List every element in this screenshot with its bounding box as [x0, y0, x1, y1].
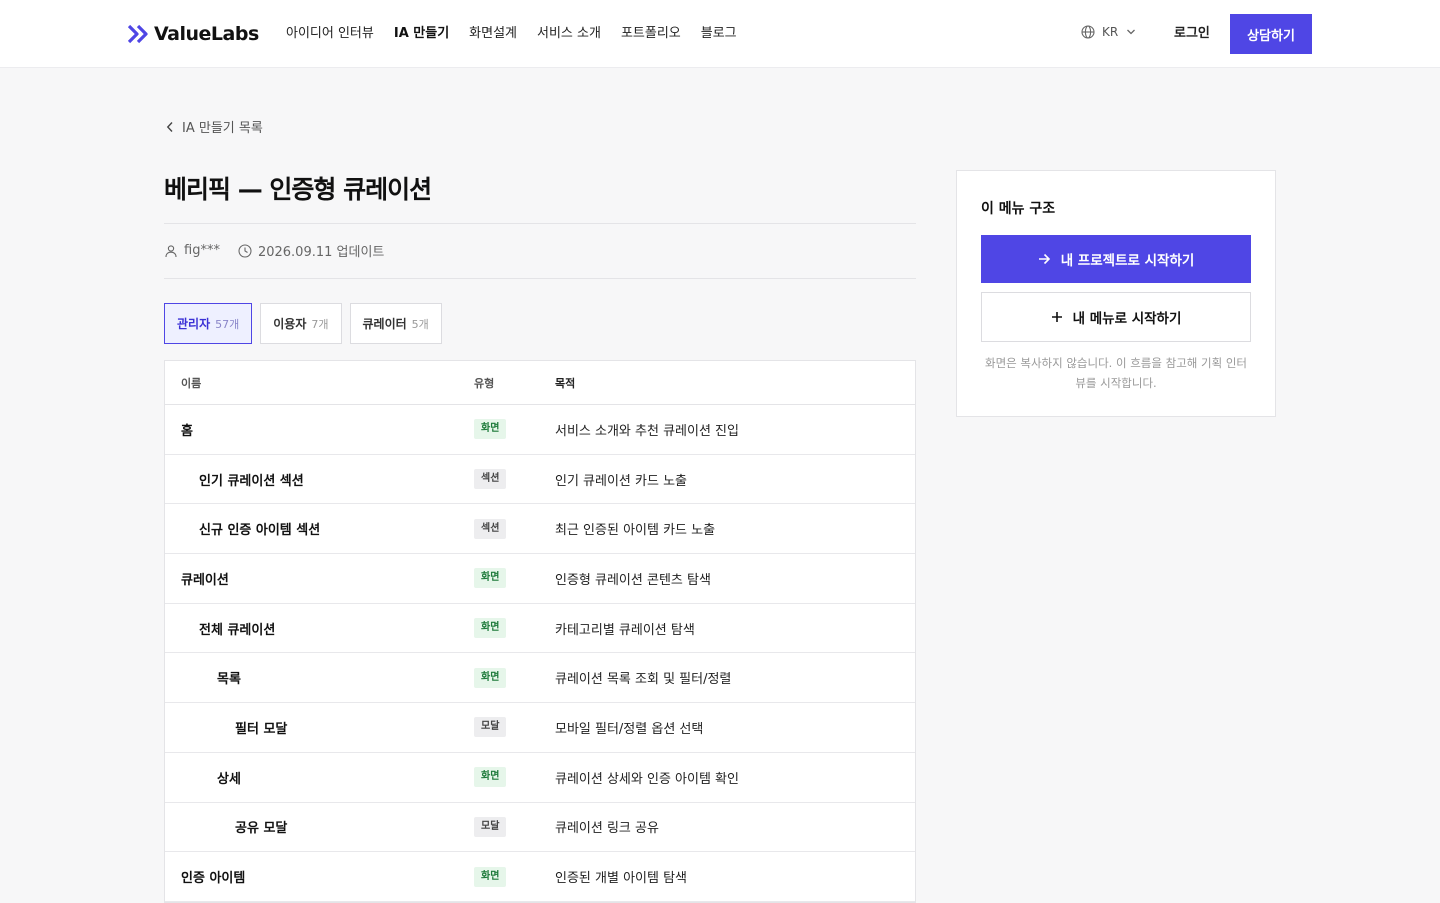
- tab-label: 큐레이터: [362, 317, 407, 331]
- table-row[interactable]: 전체 큐레이션 화면 카테고리별 큐레이션 탐색: [165, 604, 915, 654]
- logo[interactable]: ValueLabs: [128, 22, 259, 46]
- type-badge: 화면: [474, 618, 507, 639]
- type-badge: 화면: [474, 419, 507, 440]
- clock-icon: [238, 243, 252, 258]
- tab-label: 관리자: [177, 317, 211, 331]
- table-row[interactable]: 필터 모달 모달 모바일 필터/정렬 옵션 선택: [165, 703, 915, 753]
- tab-label: 이용자: [273, 317, 307, 331]
- row-name: 인증 아이템: [181, 871, 246, 887]
- type-badge: 섹션: [474, 518, 507, 539]
- nav-item-blog[interactable]: 블로그: [701, 24, 737, 44]
- table-row[interactable]: 큐레이션 화면 인증형 큐레이션 콘텐츠 탐색: [165, 554, 915, 604]
- meta-divider: [164, 278, 916, 279]
- row-purpose: 서비스 소개와 추천 큐레이션 진입: [555, 423, 739, 439]
- tab-count: 57개: [215, 317, 240, 331]
- nav-item-wireframe[interactable]: 화면설계: [469, 24, 517, 44]
- start-with-my-menu-button[interactable]: 내 메뉴로 시작하기: [981, 292, 1251, 342]
- row-purpose: 카테고리별 큐레이션 탐색: [555, 622, 695, 638]
- nav-item-portfolio[interactable]: 포트폴리오: [621, 24, 681, 44]
- consult-button[interactable]: 상담하기: [1230, 14, 1312, 54]
- top-header: ValueLabs 아이디어 인터뷰 IA 만들기 화면설계 서비스 소개 포트…: [0, 0, 1440, 68]
- menu-structure-card: 이 메뉴 구조 내 프로젝트로 시작하기 내 메뉴로 시작하기 화면은 복사하지…: [956, 170, 1276, 417]
- author: fig***: [184, 243, 220, 258]
- plus-icon: [1051, 312, 1062, 322]
- row-purpose: 모바일 필터/정렬 옵션 선택: [555, 721, 704, 737]
- primary-label: 내 프로젝트로 시작하기: [1060, 253, 1195, 269]
- table-row[interactable]: 목록 화면 큐레이션 목록 조회 및 필터/정렬: [165, 653, 915, 704]
- login-link[interactable]: 로그인: [1174, 24, 1210, 44]
- row-name: 목록: [217, 672, 241, 688]
- table-row[interactable]: 공유 모달 모달 큐레이션 링크 공유: [165, 803, 915, 853]
- chevron-left-icon: [166, 121, 173, 132]
- start-with-my-project-button[interactable]: 내 프로젝트로 시작하기: [981, 235, 1251, 283]
- column-header-name: 이름: [181, 376, 202, 390]
- secondary-label: 내 메뉴로 시작하기: [1072, 311, 1182, 327]
- tab-user[interactable]: 이용자 7개: [260, 303, 342, 344]
- table-row[interactable]: 인증 아이템 화면 인증된 개별 아이템 탐색: [165, 852, 915, 902]
- row-name: 필터 모달: [235, 721, 288, 737]
- row-purpose: 최근 인증된 아이템 카드 노출: [555, 523, 716, 539]
- row-purpose: 큐레이션 목록 조회 및 필터/정렬: [555, 672, 732, 688]
- arrow-right-icon: [1038, 253, 1050, 265]
- chevron-down-icon: [1127, 29, 1136, 35]
- card-note: 화면은 복사하지 않습니다. 이 흐름을 참고해 기획 인터뷰를 시작합니다.: [984, 356, 1247, 390]
- main-nav: 아이디어 인터뷰 IA 만들기 화면설계 서비스 소개 포트폴리오 블로그: [286, 24, 757, 44]
- type-badge: 화면: [474, 866, 507, 887]
- table-row[interactable]: 신규 인증 아이템 섹션 섹션 최근 인증된 아이템 카드 노출: [165, 504, 915, 555]
- globe-icon: [1081, 25, 1095, 39]
- row-purpose: 인증형 큐레이션 콘텐츠 탐색: [555, 572, 711, 588]
- logo-chevrons-icon: [128, 24, 148, 44]
- type-badge: 모달: [474, 717, 507, 738]
- table-row[interactable]: 상세 화면 큐레이션 상세와 인증 아이템 확인: [165, 753, 915, 803]
- row-name: 큐레이션: [181, 572, 229, 588]
- type-badge: 화면: [474, 767, 507, 788]
- back-label: IA 만들기 목록: [182, 121, 263, 136]
- column-header-purpose: 목적: [555, 376, 576, 390]
- back-to-list-link[interactable]: IA 만들기 목록: [166, 117, 263, 136]
- row-purpose: 인증된 개별 아이템 탐색: [555, 871, 687, 887]
- row-purpose: 큐레이션 상세와 인증 아이템 확인: [555, 771, 739, 787]
- menu-structure-table: 이름 유형 목적 홈 화면 서비스 소개와 추천 큐레이션 진입 인기 큐레이션…: [164, 360, 916, 903]
- tab-curator[interactable]: 큐레이터 5개: [349, 303, 442, 344]
- table-row[interactable]: 인기 큐레이션 섹션 섹션 인기 큐레이션 카드 노출: [165, 455, 915, 505]
- user-icon: [165, 244, 177, 257]
- card-title: 이 메뉴 구조: [981, 201, 1056, 217]
- nav-item-ia[interactable]: IA 만들기: [394, 24, 449, 44]
- row-name: 공유 모달: [235, 821, 288, 837]
- role-tabs: 관리자 57개 이용자 7개 큐레이터 5개: [164, 303, 450, 344]
- nav-item-service[interactable]: 서비스 소개: [537, 24, 601, 44]
- tab-count: 5개: [411, 317, 429, 331]
- table-row[interactable]: 홈 화면 서비스 소개와 추천 큐레이션 진입: [165, 405, 915, 455]
- type-badge: 섹션: [474, 469, 507, 490]
- column-header-type: 유형: [474, 376, 495, 390]
- title-divider: [164, 223, 916, 224]
- updated-date: 2026.09.11 업데이트: [257, 245, 385, 260]
- row-purpose: 큐레이션 링크 공유: [555, 821, 659, 837]
- row-name: 전체 큐레이션: [199, 622, 276, 638]
- table-header: 이름 유형 목적: [165, 361, 915, 405]
- row-name: 홈: [181, 423, 193, 439]
- page-meta: fig*** 2026.09.11 업데이트: [164, 241, 384, 260]
- row-name: 신규 인증 아이템 섹션: [199, 523, 321, 539]
- row-name: 인기 큐레이션 섹션: [199, 473, 304, 489]
- tab-count: 7개: [311, 317, 329, 331]
- row-name: 상세: [217, 771, 241, 787]
- nav-item-idea-interview[interactable]: 아이디어 인터뷰: [286, 24, 374, 44]
- tab-admin[interactable]: 관리자 57개: [164, 303, 253, 344]
- language-label: KR: [1102, 25, 1119, 39]
- row-purpose: 인기 큐레이션 카드 노출: [555, 473, 687, 489]
- type-badge: 화면: [474, 667, 507, 688]
- logo-text: ValueLabs: [154, 23, 259, 45]
- language-selector[interactable]: KR: [1081, 25, 1143, 39]
- type-badge: 화면: [474, 568, 507, 589]
- page-title: 베리픽 — 인증형 큐레이션: [164, 175, 432, 204]
- type-badge: 모달: [474, 816, 507, 837]
